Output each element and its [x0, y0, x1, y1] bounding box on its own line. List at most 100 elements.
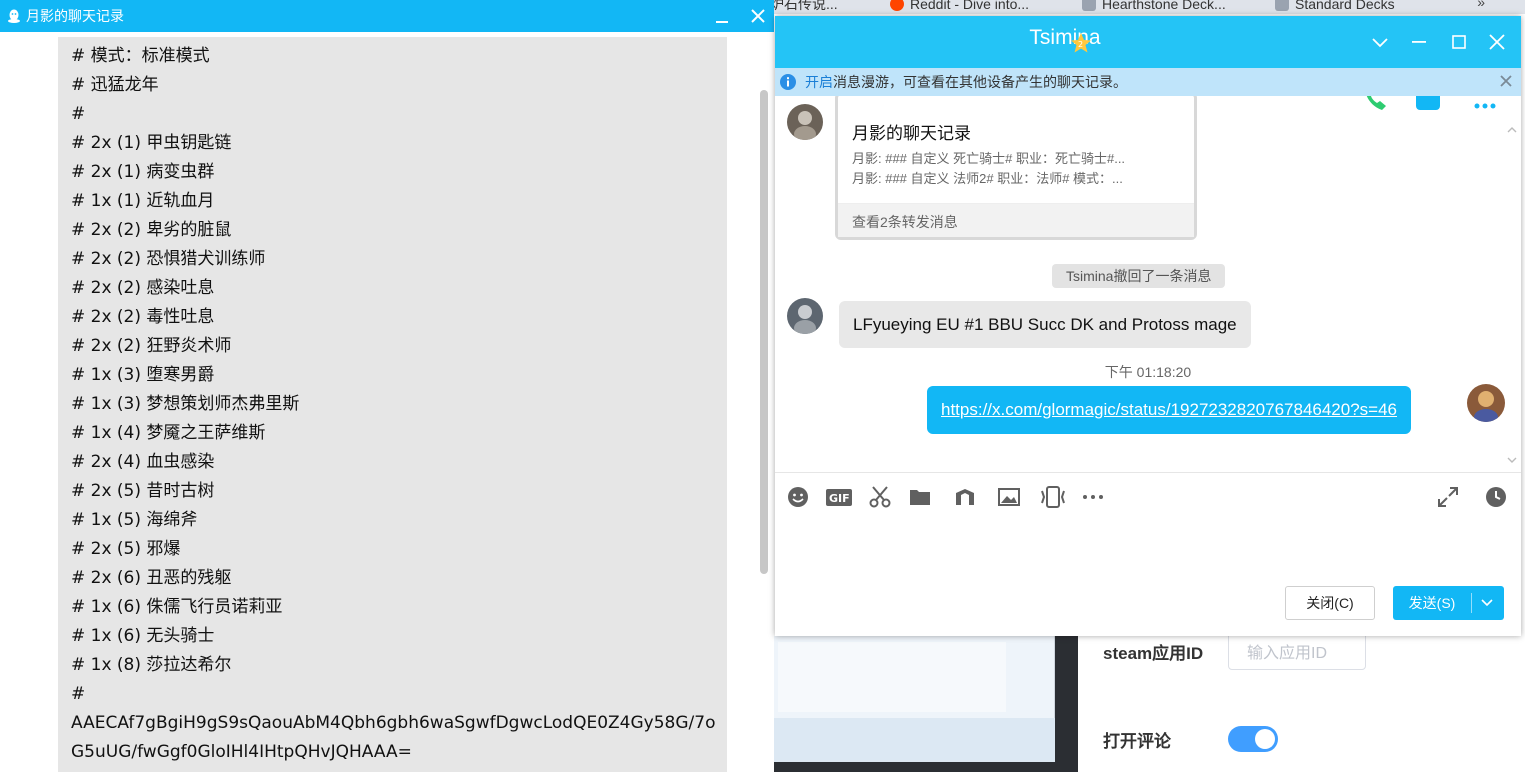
- avatar-image: [787, 104, 823, 140]
- close-icon[interactable]: [747, 5, 769, 27]
- record-line: # 2x (5) 昔时古树: [71, 481, 215, 501]
- record-text-content: # 模式：标准模式 # 迅猛龙年 # # 2x (1) 甲虫钥匙链 # 2x (1) 病…: [58, 37, 727, 772]
- scroll-down-icon[interactable]: [1506, 454, 1518, 466]
- record-line: # 2x (2) 狂野炎术师: [71, 336, 232, 356]
- forward-card-title: 月影的聊天记录: [852, 124, 971, 143]
- record-line: # 1x (3) 堕寒男爵: [71, 365, 215, 385]
- avatar-image: [787, 298, 823, 334]
- avatar[interactable]: [787, 298, 823, 334]
- open-comments-row: 打开评论: [1103, 724, 1278, 754]
- record-line: # 2x (1) 甲虫钥匙链: [71, 133, 232, 153]
- chat-record-window: 月影的聊天记录 # 模式：标准模式 # 迅猛龙年 # # 2x (1) 甲虫钥匙链 # …: [0, 0, 774, 772]
- shake-window-icon[interactable]: [1038, 485, 1068, 509]
- record-scrollbar[interactable]: [760, 90, 768, 574]
- message-list[interactable]: 月影的聊天记录 月影: ### 自定义 死亡骑士# 职业：死亡骑士#... 月影…: [775, 96, 1521, 472]
- record-line: # 迅猛龙年: [71, 75, 159, 95]
- qq-chat-window: Tsimina 2 开启 消息漫游，可查看在其他设备产生的聊天记录。 月影的聊天…: [775, 16, 1521, 636]
- record-line: # 1x (4) 梦魇之王萨维斯: [71, 423, 266, 443]
- roaming-notice-bar: 开启 消息漫游，可查看在其他设备产生的聊天记录。: [775, 68, 1521, 96]
- close-icon[interactable]: [1486, 31, 1508, 53]
- record-line: # 2x (2) 感染吐息: [71, 278, 215, 298]
- record-line: # 1x (8) 莎拉达希尔: [71, 655, 232, 675]
- toggle-knob: [1255, 729, 1275, 749]
- forward-preview-line: 月影: ### 自定义 死亡骑士# 职业：死亡骑士#...: [852, 151, 1126, 166]
- enable-roaming-link[interactable]: 开启: [805, 72, 833, 92]
- roaming-notice-text: 消息漫游，可查看在其他设备产生的聊天记录。: [833, 74, 1127, 90]
- record-titlebar[interactable]: 月影的聊天记录: [0, 0, 774, 32]
- avatar-image: [1467, 384, 1505, 422]
- more-icon[interactable]: [1470, 96, 1500, 114]
- gif-icon[interactable]: GIF: [825, 485, 853, 509]
- folder-icon[interactable]: [908, 485, 932, 509]
- minimize-icon[interactable]: [1408, 31, 1430, 53]
- send-button[interactable]: 发送(S): [1393, 586, 1504, 620]
- svg-text:GIF: GIF: [829, 492, 850, 505]
- deck-code: AAECAf7gBgiH9gS9sQaouAbM4Qbh6gbh6waSgwfD…: [71, 713, 716, 762]
- voice-call-icon[interactable]: [1360, 96, 1390, 114]
- chat-titlebar[interactable]: Tsimina 2: [775, 16, 1521, 68]
- avatar[interactable]: [787, 104, 823, 140]
- input-toolbar: GIF: [775, 472, 1521, 516]
- outgoing-message-bubble[interactable]: https://x.com/glormagic/status/192723282…: [927, 386, 1412, 434]
- info-icon: [780, 74, 796, 90]
- browser-tab[interactable]: 炉石传说...: [770, 0, 838, 14]
- recall-notice: Tsimina撤回了一条消息: [1052, 264, 1226, 288]
- record-line: #: [71, 104, 86, 124]
- browser-tab[interactable]: Hearthstone Deck...: [1082, 0, 1226, 14]
- record-line: # 2x (1) 病变虫群: [71, 162, 215, 182]
- svg-text:2: 2: [1078, 40, 1083, 49]
- history-clock-icon[interactable]: [1484, 485, 1508, 509]
- message-input[interactable]: [775, 516, 1521, 582]
- music-share-icon[interactable]: [953, 485, 977, 509]
- record-line: # 2x (5) 邪爆: [71, 539, 181, 559]
- browser-tab[interactable]: Reddit - Dive into...: [890, 0, 1029, 14]
- video-call-icon[interactable]: [1414, 96, 1446, 114]
- record-line: #: [71, 684, 86, 704]
- emoji-icon[interactable]: [786, 485, 810, 509]
- record-line: # 1x (6) 无头骑士: [71, 626, 215, 646]
- record-line: # 模式：标准模式: [71, 46, 210, 66]
- close-icon[interactable]: [1499, 74, 1513, 88]
- expand-icon[interactable]: [1436, 485, 1460, 509]
- screenshot-scissors-icon[interactable]: [868, 485, 892, 509]
- maximize-icon[interactable]: [1448, 31, 1470, 53]
- open-comments-label: 打开评论: [1103, 731, 1171, 751]
- steam-appid-input[interactable]: 输入应用ID: [1228, 632, 1366, 670]
- incoming-message-bubble[interactable]: LFyueying EU #1 BBU Succ DK and Protoss …: [839, 301, 1251, 348]
- forwarded-messages-card[interactable]: 月影的聊天记录 月影: ### 自定义 死亡骑士# 职业：死亡骑士#... 月影…: [835, 96, 1197, 240]
- message-link[interactable]: https://x.com/glormagic/status/192723282…: [941, 400, 1397, 420]
- view-forwarded-link[interactable]: 查看2条转发消息: [838, 203, 1194, 237]
- svip-badge-icon: 2: [1071, 33, 1091, 53]
- background-card: [770, 636, 1055, 762]
- avatar[interactable]: [1467, 384, 1505, 422]
- background-browser-tabbar: 炉石传说... Reddit - Dive into... Hearthston…: [770, 0, 1525, 14]
- record-line: # 1x (5) 海绵斧: [71, 510, 198, 530]
- chevron-down-icon[interactable]: [1369, 31, 1391, 53]
- more-icon[interactable]: [1081, 485, 1105, 509]
- scroll-up-icon[interactable]: [1506, 124, 1518, 136]
- chat-contact-name: Tsimina: [1029, 26, 1101, 49]
- forward-preview-line: 月影: ### 自定义 法师2# 职业：法师# 模式：...: [852, 171, 1123, 186]
- record-line: # 2x (2) 恐惧猎犬训练师: [71, 249, 266, 269]
- image-icon[interactable]: [997, 485, 1021, 509]
- record-line: # 2x (2) 卑劣的脏鼠: [71, 220, 232, 240]
- page-icon: [1275, 0, 1289, 11]
- record-line: # 2x (2) 毒性吐息: [71, 307, 215, 327]
- steam-appid-row: steam应用ID 输入应用ID: [1103, 632, 1366, 670]
- background-card-inner: [778, 642, 1006, 712]
- minimize-icon[interactable]: [711, 6, 733, 28]
- page-icon: [1082, 0, 1096, 11]
- chevron-down-icon: [1481, 599, 1493, 607]
- record-line: # 2x (6) 丑恶的残躯: [71, 568, 232, 588]
- browser-tab[interactable]: Standard Decks: [1275, 0, 1395, 14]
- record-line: # 1x (3) 梦想策划师杰弗里斯: [71, 394, 300, 414]
- message-timestamp: 下午 01:18:20: [1104, 364, 1192, 380]
- tabs-overflow-icon[interactable]: »: [1477, 0, 1485, 10]
- record-window-title: 月影的聊天记录: [26, 8, 124, 24]
- close-button[interactable]: 关闭(C): [1285, 586, 1375, 620]
- background-card-bar: [770, 718, 1055, 762]
- open-comments-toggle[interactable]: [1228, 726, 1278, 752]
- record-line: # 1x (6) 侏儒飞行员诺莉亚: [71, 597, 283, 617]
- record-line: # 1x (1) 近轨血月: [71, 191, 215, 211]
- send-options-icon[interactable]: [1472, 593, 1502, 613]
